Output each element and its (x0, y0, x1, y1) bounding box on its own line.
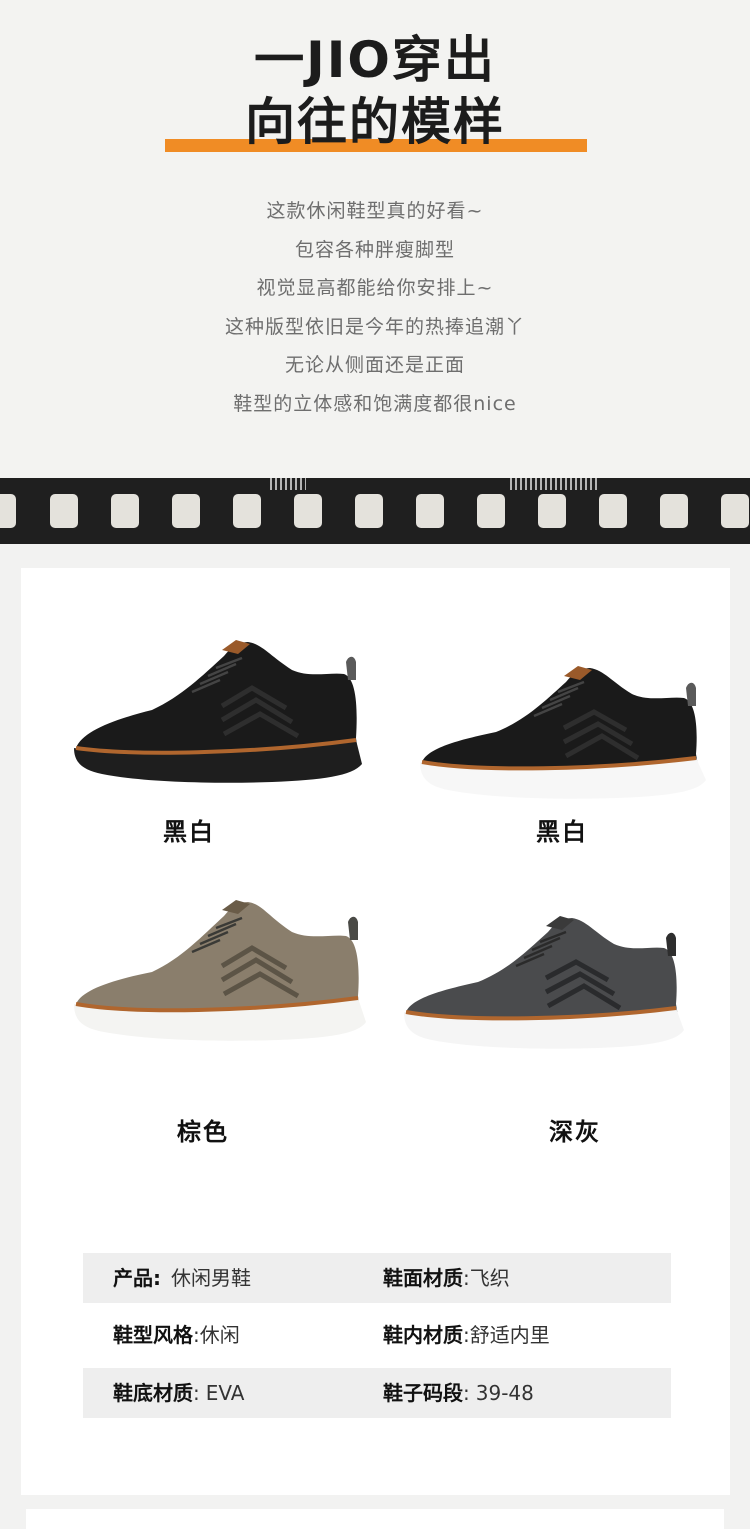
variant-label: 黑白 (163, 818, 215, 846)
spec-cell: 鞋型风格:休闲 (113, 1310, 240, 1360)
film-strip-divider (0, 478, 750, 544)
film-hole (660, 494, 688, 528)
shoe-image-brown (74, 900, 366, 1041)
spec-separator: : (193, 1323, 200, 1347)
spec-cell: 鞋子码段: 39-48 (383, 1368, 534, 1418)
spec-cell: 鞋面材质:飞织 (383, 1253, 510, 1303)
spec-value: 飞织 (469, 1266, 510, 1290)
spec-label: 鞋型风格 (113, 1323, 193, 1347)
spec-row: 鞋底材质: EVA 鞋子码段: 39-48 (83, 1368, 671, 1418)
film-hole (50, 494, 78, 528)
spec-label: 鞋底材质 (113, 1381, 193, 1405)
spec-label: 产品 (113, 1266, 153, 1290)
film-hole (294, 494, 322, 528)
description-block: 这款休闲鞋型真的好看~ 包容各种胖瘦脚型 视觉显高都能给你安排上~ 这种版型依旧… (0, 192, 750, 423)
shoe-upper (76, 902, 360, 1018)
spec-value: 39-48 (475, 1381, 534, 1405)
film-hole (355, 494, 383, 528)
shoe-upper (406, 918, 678, 1024)
shoe-image-black-sole (74, 640, 362, 783)
spec-row: 鞋型风格:休闲 鞋内材质:舒适内里 (83, 1310, 671, 1360)
film-hole (172, 494, 200, 528)
film-hole (111, 494, 139, 528)
film-hole (0, 494, 16, 528)
film-hole (538, 494, 566, 528)
spec-cell: 鞋内材质:舒适内里 (383, 1310, 550, 1360)
spec-label: 鞋面材质 (383, 1266, 463, 1290)
film-hole (233, 494, 261, 528)
spec-value: 休闲 (199, 1323, 240, 1347)
spec-value: 舒适内里 (469, 1323, 550, 1347)
shoe-upper (422, 668, 698, 774)
description-line: 视觉显高都能给你安排上~ (256, 277, 494, 299)
variant-label: 深灰 (549, 1118, 601, 1146)
spec-label: 鞋子码段 (383, 1381, 463, 1405)
description-line: 这种版型依旧是今年的热捧追潮丫 (224, 315, 525, 338)
description-line: 无论从侧面还是正面 (284, 354, 465, 376)
film-edge-marks (270, 478, 306, 490)
headline-line-2: 向往的模样 (245, 93, 505, 151)
spec-cell: 产品: 休闲男鞋 (113, 1253, 251, 1303)
variant-label: 黑白 (536, 818, 588, 846)
spec-separator: : (463, 1381, 470, 1405)
film-hole (477, 494, 505, 528)
spec-row: 产品: 休闲男鞋 鞋面材质:飞织 (83, 1253, 671, 1303)
next-card-edge (26, 1509, 724, 1529)
film-edge-marks (510, 478, 600, 490)
spec-value: EVA (205, 1381, 245, 1405)
shoe-image-dark-gray (404, 916, 684, 1049)
headline-line-1: 一JIO穿出 (254, 31, 496, 89)
spec-value: 休闲男鞋 (171, 1266, 251, 1290)
variant-label: 棕色 (177, 1118, 229, 1146)
spec-separator: : (463, 1266, 470, 1290)
film-hole (416, 494, 444, 528)
hero-section: 一JIO穿出 向往的模样 这款休闲鞋型真的好看~ 包容各种胖瘦脚型 视觉显高都能… (0, 0, 750, 478)
spec-separator: : (193, 1381, 200, 1405)
description-line: 鞋型的立体感和饱满度都很nice (233, 392, 517, 415)
spec-separator: : (463, 1323, 470, 1347)
film-hole (721, 494, 749, 528)
spec-cell: 鞋底材质: EVA (113, 1368, 244, 1418)
description-line: 这款休闲鞋型真的好看~ (266, 200, 484, 222)
shoe-image-white-sole (420, 666, 706, 799)
spec-label: 鞋内材质 (383, 1323, 463, 1347)
spec-separator: : (153, 1266, 161, 1290)
film-hole (599, 494, 627, 528)
description-line: 包容各种胖瘦脚型 (294, 238, 455, 261)
